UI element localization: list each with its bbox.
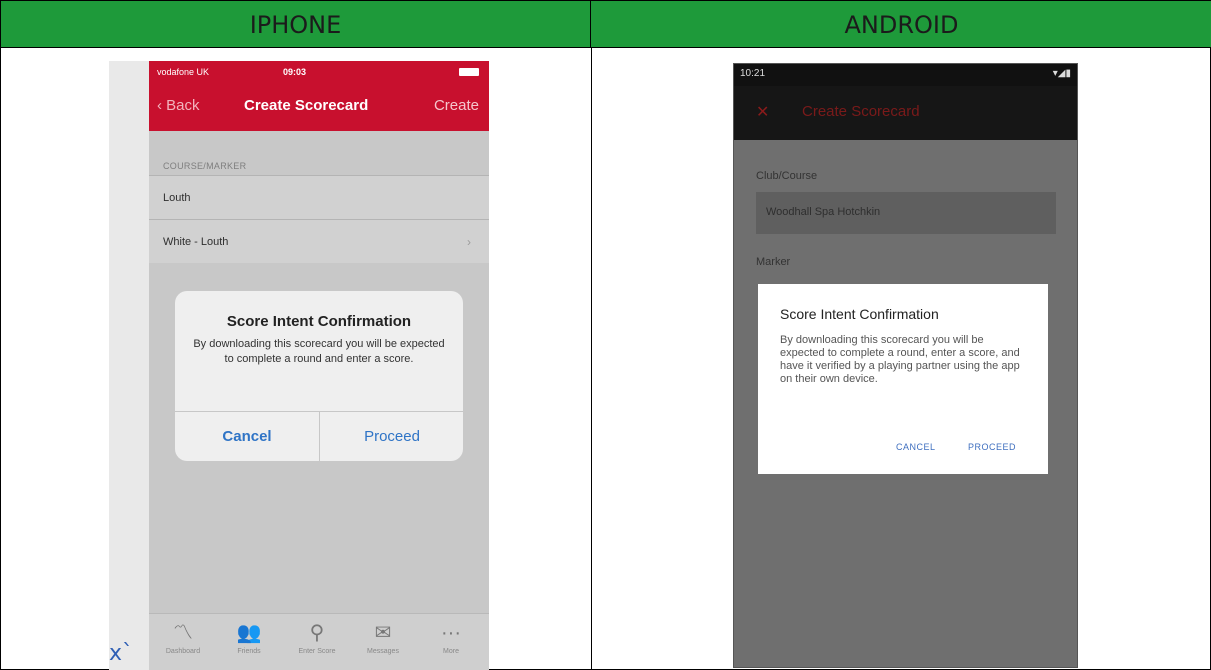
tab-label: Enter Score xyxy=(298,648,336,655)
tab-friends[interactable]: 👥 Friends xyxy=(219,620,279,655)
tab-more[interactable]: ··· More xyxy=(421,620,481,655)
club-course-label: Club/Course xyxy=(756,170,818,182)
header-iphone: IPHONE xyxy=(1,1,591,48)
back-label: Back xyxy=(166,97,200,114)
pin-icon: ⚲ xyxy=(309,622,325,644)
close-icon[interactable]: ✕ xyxy=(756,102,769,122)
score-intent-dialog: Score Intent Confirmation By downloading… xyxy=(758,284,1048,474)
dialog-message: By downloading this scorecard you will b… xyxy=(780,334,1020,385)
android-toolbar: ✕ Create Scorecard xyxy=(734,86,1077,140)
status-time: 10:21 xyxy=(740,68,766,79)
ios-status-bar: vodafone UK 09:03 xyxy=(149,61,489,83)
tab-label: Friends xyxy=(237,648,261,655)
more-icon: ··· xyxy=(441,622,461,644)
tab-label: More xyxy=(443,648,459,655)
alert-message: By downloading this scorecard you will b… xyxy=(193,338,445,365)
carrier-label: vodafone UK xyxy=(157,67,210,77)
tab-enter-score[interactable]: ⚲ Enter Score xyxy=(287,620,347,655)
alert-title: Score Intent Confirmation xyxy=(226,313,412,330)
android-screenshot: 10:21 ▾◢▮ ✕ Create Scorecard Club/Course… xyxy=(733,63,1078,668)
score-intent-alert: Score Intent Confirmation By downloading… xyxy=(175,291,463,461)
screenshot-margin xyxy=(109,61,149,670)
dialog-title: Score Intent Confirmation xyxy=(780,306,939,322)
column-divider xyxy=(591,48,592,670)
toolbar-title: Create Scorecard xyxy=(802,103,920,120)
marker-label: Marker xyxy=(756,256,791,268)
iphone-screenshot: vodafone UK 09:03 ‹ Back Create Scorecar… xyxy=(109,61,489,670)
table-header: IPHONE ANDROID xyxy=(1,1,1211,48)
iphone-screen: vodafone UK 09:03 ‹ Back Create Scorecar… xyxy=(149,61,489,670)
tab-messages[interactable]: ✉ Messages xyxy=(353,620,413,655)
tab-bar: 〽 Dashboard 👥 Friends ⚲ Enter Score ✉ Me… xyxy=(149,613,489,670)
cancel-button[interactable]: CANCEL xyxy=(896,442,936,452)
create-button[interactable]: Create xyxy=(434,97,479,114)
mail-icon: ✉ xyxy=(374,622,392,644)
ios-nav-bar: ‹ Back Create Scorecard Create xyxy=(149,83,489,131)
tab-dashboard[interactable]: 〽 Dashboard xyxy=(153,620,213,655)
header-android: ANDROID xyxy=(844,10,959,39)
proceed-button[interactable]: PROCEED xyxy=(968,442,1016,452)
signal-battery-icon: ▾◢▮ xyxy=(1052,68,1071,79)
friends-icon: 👥 xyxy=(236,622,262,644)
android-status-bar: 10:21 ▾◢▮ xyxy=(734,64,1077,86)
battery-icon xyxy=(459,68,479,76)
tab-label: Messages xyxy=(367,648,399,655)
stray-text: x` xyxy=(109,641,134,666)
tab-label: Dashboard xyxy=(165,648,201,655)
club-course-field[interactable]: Woodhall Spa Hotchkin xyxy=(756,192,1056,234)
comparison-table: IPHONE ANDROID vodafone UK 09:03 ‹ Back … xyxy=(0,0,1211,670)
status-time: 09:03 xyxy=(283,67,307,77)
proceed-button[interactable]: Proceed xyxy=(320,411,464,461)
page-title: Create Scorecard xyxy=(244,97,369,114)
cancel-button[interactable]: Cancel xyxy=(175,411,319,461)
chart-icon: 〽 xyxy=(173,622,193,644)
back-button[interactable]: ‹ Back xyxy=(157,97,200,114)
